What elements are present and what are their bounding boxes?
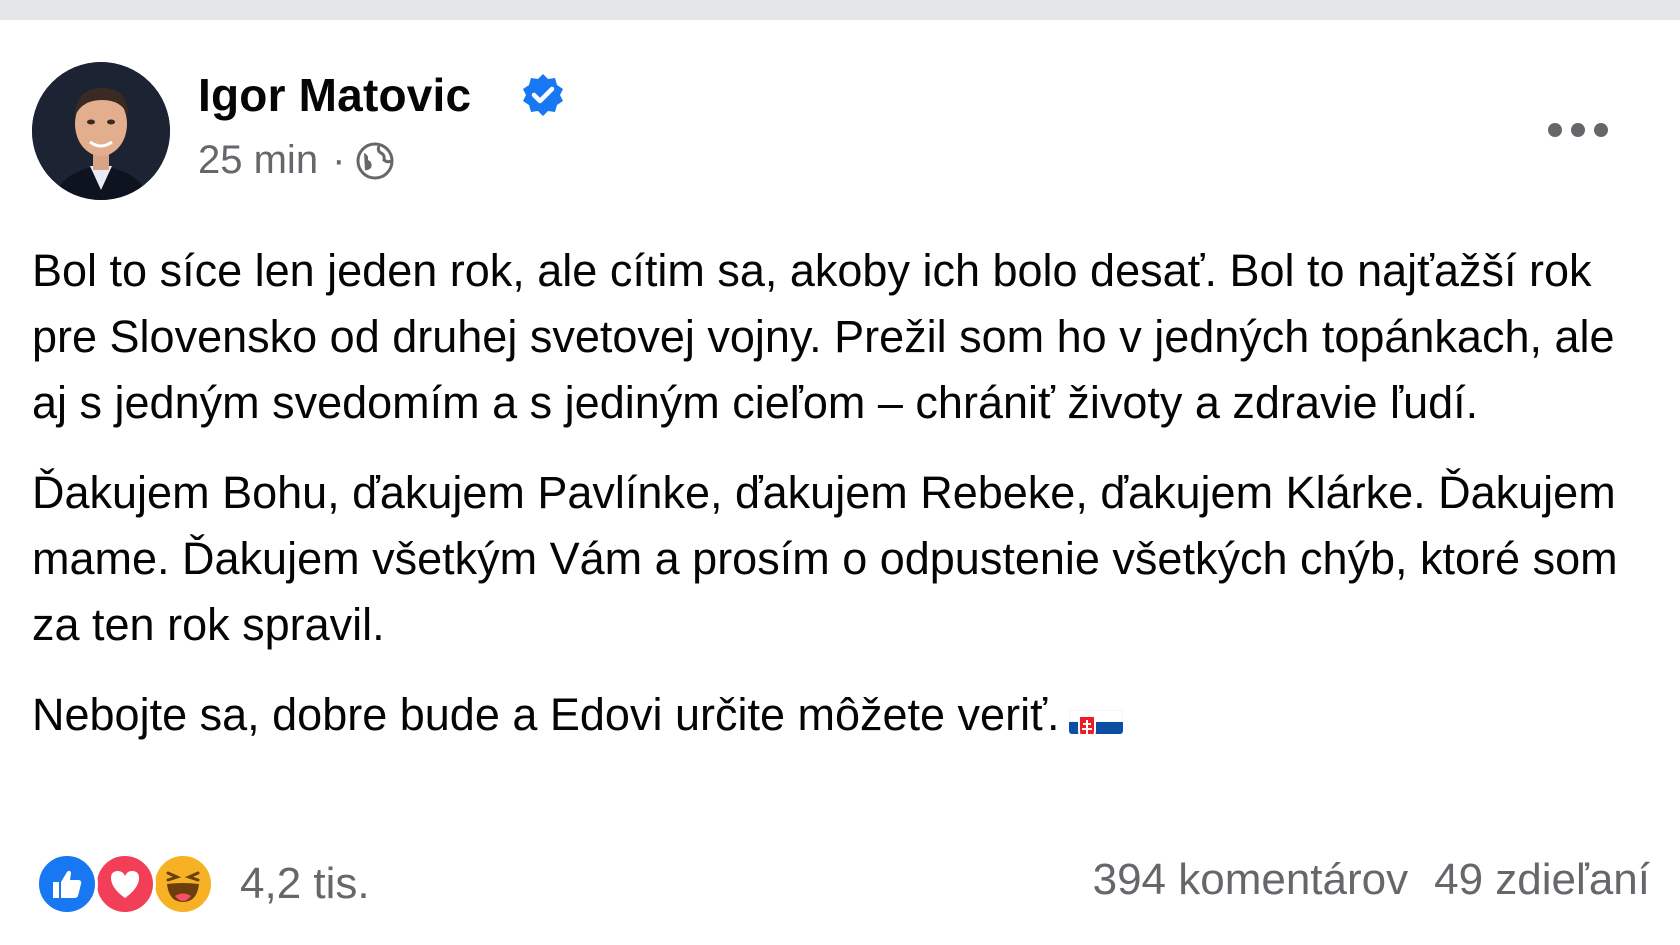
post-meta: 25 min · [198, 138, 395, 183]
post-paragraph: Bol to síce len jeden rok, ale cítim sa,… [32, 245, 1615, 428]
globe-icon[interactable] [355, 141, 395, 181]
comments-count[interactable]: 394 komentárov [1093, 855, 1409, 905]
more-options-icon[interactable] [1548, 110, 1608, 150]
haha-icon [152, 853, 214, 915]
slovakia-flag-icon [1069, 698, 1124, 734]
post-timestamp[interactable]: 25 min [198, 138, 318, 183]
top-separator [0, 0, 1680, 20]
post-body: Bol to síce len jeden rok, ale cítim sa,… [32, 238, 1652, 772]
reactions-summary[interactable]: 4,2 tis. [36, 850, 370, 918]
more-dot [1594, 123, 1608, 137]
shares-count[interactable]: 49 zdieľaní [1434, 855, 1650, 905]
author-avatar[interactable] [32, 62, 170, 200]
post-paragraph: Nebojte sa, dobre bude a Edovi určite mô… [32, 689, 1060, 740]
author-name[interactable]: Igor Matovic [198, 68, 471, 122]
like-icon [36, 853, 98, 915]
meta-separator: · [332, 138, 346, 182]
reaction-count[interactable]: 4,2 tis. [240, 859, 370, 909]
post-paragraph: Ďakujem Bohu, ďakujem Pavlínke, ďakujem … [32, 467, 1618, 650]
engagement-stats: 394 komentárov 49 zdieľaní [1093, 855, 1650, 905]
verified-badge-icon [523, 74, 563, 116]
post-paragraph-last: Nebojte sa, dobre bude a Edovi určite mô… [32, 682, 1652, 748]
more-dot [1571, 123, 1585, 137]
stats-gap [1408, 855, 1434, 905]
more-dot [1548, 123, 1562, 137]
post-card: Igor Matovic 25 min · Bol to síce len je… [0, 20, 1680, 945]
love-icon [94, 853, 156, 915]
